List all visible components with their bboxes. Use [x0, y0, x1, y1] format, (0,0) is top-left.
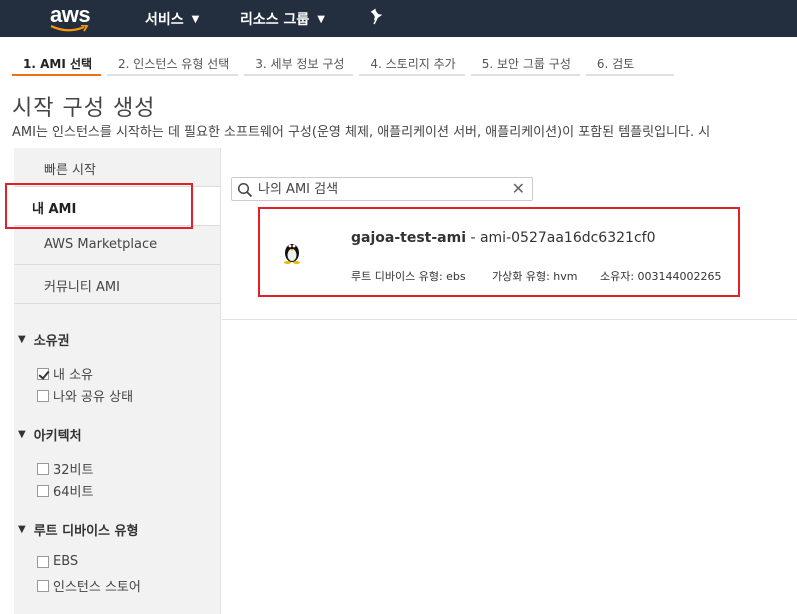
filter-option-label: 64비트	[53, 485, 94, 500]
step-review[interactable]: 6. 검토	[585, 48, 675, 76]
leftnav-item-marketplace[interactable]: AWS Marketplace	[14, 226, 220, 265]
step-choose-ami[interactable]: 1. AMI 선택	[12, 48, 102, 76]
step-instance-type[interactable]: 2. 인스턴스 유형 선택	[107, 48, 239, 76]
filter-architecture-header[interactable]: ▼ 아키텍처	[18, 425, 82, 444]
ami-name: gajoa-test-ami	[351, 230, 467, 246]
ami-id: - ami-0527aa16dc6321cf0	[466, 230, 656, 246]
step-add-storage[interactable]: 4. 스토리지 추가	[359, 48, 465, 76]
triangle-down-icon: ▼	[18, 429, 26, 440]
resource-groups-menu[interactable]: 리소스 그룹 ▼	[240, 9, 325, 29]
checkbox[interactable]	[37, 389, 49, 402]
chevron-down-icon: ▼	[191, 13, 200, 25]
filter-option-ebs[interactable]: EBS	[37, 554, 78, 569]
checkbox[interactable]	[37, 555, 49, 568]
filter-option-label: 인스턴스 스토어	[53, 580, 141, 595]
filter-option-label: 내 소유	[53, 368, 94, 383]
filter-option-label: EBS	[53, 554, 79, 569]
leftnav-item-community-amis[interactable]: 커뮤니티 AMI	[14, 265, 220, 304]
leftnav-item-quick-start[interactable]: 빠른 시작	[14, 148, 220, 187]
filter-option-instance-store[interactable]: 인스턴스 스토어	[37, 576, 141, 595]
ami-root-device: 루트 디바이스 유형: ebs	[351, 270, 466, 283]
close-icon[interactable]: ✕	[512, 181, 525, 197]
ami-search-input[interactable]	[258, 180, 508, 198]
checkbox[interactable]	[37, 367, 49, 380]
step-security-group[interactable]: 5. 보안 그룹 구성	[470, 48, 580, 76]
aws-smile-icon	[50, 25, 89, 32]
chevron-down-icon: ▼	[317, 13, 325, 25]
ami-virtualization: 가상화 유형: hvm	[492, 270, 578, 283]
filter-option-64bit[interactable]: 64비트	[37, 481, 93, 500]
linux-tux-icon	[284, 244, 300, 264]
filter-ownership-label: 소유권	[33, 334, 70, 349]
triangle-down-icon: ▼	[18, 334, 26, 345]
triangle-down-icon: ▼	[18, 524, 26, 535]
filter-root-device-label: 루트 디바이스 유형	[33, 524, 139, 539]
checkbox[interactable]	[37, 579, 49, 592]
ami-owner: 소유자: 003144002265	[600, 270, 722, 283]
top-nav-bar: aws 서비스 ▼ 리소스 그룹 ▼	[0, 0, 797, 37]
ami-search-box: ✕	[231, 177, 533, 201]
filter-ownership-header[interactable]: ▼ 소유권	[18, 330, 70, 349]
filter-architecture-label: 아키텍처	[33, 429, 82, 444]
highlight-box	[5, 183, 193, 229]
pin-icon[interactable]	[369, 8, 385, 26]
wizard-steps: 1. AMI 선택 2. 인스턴스 유형 선택 3. 세부 정보 구성 4. 스…	[12, 48, 680, 76]
filter-option-32bit[interactable]: 32비트	[37, 459, 93, 478]
checkbox[interactable]	[37, 484, 49, 497]
filter-option-shared-with-me[interactable]: 나와 공유 상태	[37, 386, 133, 405]
filter-option-label: 32비트	[53, 463, 94, 478]
page-description: AMI는 인스턴스를 시작하는 데 필요한 소프트웨어 구성(운영 체제, 애플…	[12, 125, 711, 140]
services-menu[interactable]: 서비스 ▼	[145, 9, 199, 29]
ami-title[interactable]: gajoa-test-ami - ami-0527aa16dc6321cf0	[351, 230, 655, 246]
filter-option-owned-by-me[interactable]: 내 소유	[37, 364, 93, 383]
checkbox[interactable]	[37, 462, 49, 475]
step-configure-details[interactable]: 3. 세부 정보 구성	[244, 48, 354, 76]
services-label: 서비스	[145, 12, 184, 28]
filter-root-device-header[interactable]: ▼ 루트 디바이스 유형	[18, 520, 138, 539]
resource-groups-label: 리소스 그룹	[240, 12, 310, 28]
search-icon	[237, 182, 253, 198]
page-title: 시작 구성 생성	[12, 96, 156, 121]
filter-option-label: 나와 공유 상태	[53, 390, 134, 405]
